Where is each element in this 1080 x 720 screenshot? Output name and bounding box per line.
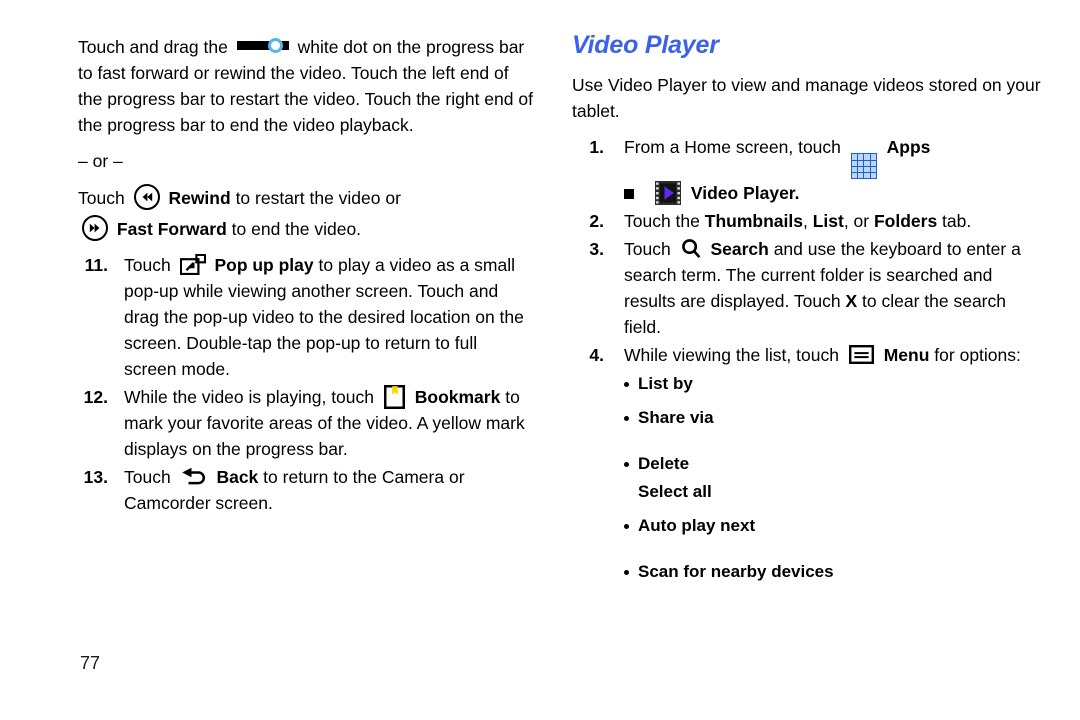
search-label: Search: [710, 239, 769, 260]
pop-up-play-label: Pop up play: [214, 255, 314, 275]
intro-before-icon: Touch and drag the: [78, 37, 228, 57]
page-title: Video Player: [572, 31, 719, 59]
back-icon: [180, 467, 208, 487]
step-13-text-after: to return to the Camera or Camcorder scr…: [124, 467, 465, 513]
rewind-label: Rewind: [168, 188, 231, 208]
left-column: Touch and drag the white dot on the prog…: [78, 34, 533, 518]
manual-page: Touch and drag the white dot on the prog…: [0, 0, 1080, 720]
video-player-sub-item: Video Player.: [624, 180, 1042, 206]
video-player-sub-suffix: .: [794, 183, 800, 204]
step-13-text-before: Touch: [124, 467, 171, 487]
step-11: 11. Touch Pop up play to play a video as…: [78, 252, 533, 382]
step-1-text-before: From a Home screen, touch: [624, 136, 841, 157]
apps-grid-icon: [850, 153, 877, 180]
menu-options-list: List by Share via Delete Select all Auto…: [572, 372, 1042, 584]
folders-tab-label: Folders: [873, 211, 938, 232]
step-2-seg-6: tab.: [937, 211, 972, 232]
menu-option-auto-play-next[interactable]: Auto play next: [624, 514, 1042, 538]
thumbnails-tab-label: Thumbnails: [704, 211, 803, 232]
progress-bar-slider-icon: [236, 38, 289, 53]
menu-option-share-via[interactable]: Share via: [624, 406, 1042, 430]
back-label: Back: [216, 467, 259, 487]
fast-forward-label: Fast Forward: [116, 219, 227, 239]
fast-forward-rest: to end the video.: [231, 219, 362, 239]
step-4-number: 4.: [589, 345, 604, 366]
step-13-number: 13.: [83, 467, 108, 487]
step-3-text-before: Touch: [624, 239, 671, 260]
bookmark-icon: [383, 384, 405, 410]
search-icon: [681, 238, 701, 260]
right-intro-paragraph: Use Video Player to view and manage vide…: [572, 74, 1041, 121]
step-1: 1. From a Home screen, touch Apps Video …: [572, 134, 1042, 207]
step-2-seg-4: , or: [843, 211, 874, 232]
rewind-instruction: Touch Rewind to restart the video or: [78, 184, 533, 211]
right-steps-list: 1. From a Home screen, touch Apps Video …: [572, 134, 1042, 369]
step-3-number: 3.: [589, 239, 604, 260]
step-3: 3. Touch Search and use the keyboard to …: [572, 236, 1042, 340]
step-2: 2. Touch the Thumbnails, List, or Folders…: [572, 208, 1042, 234]
list-tab-label: List: [812, 211, 844, 232]
progress-slider-dot: [267, 38, 283, 53]
menu-option-delete[interactable]: Delete: [624, 452, 1042, 476]
rewind-rest: to restart the video or: [235, 188, 401, 208]
rewind-touch-word: Touch: [78, 188, 125, 208]
step-2-number: 2.: [589, 211, 604, 232]
step-11-number: 11.: [84, 255, 108, 275]
menu-option-scan-nearby-devices[interactable]: Scan for nearby devices: [624, 560, 1042, 584]
page-number: 77: [80, 653, 101, 673]
right-column: Video Player Use Video Player to view an…: [572, 31, 1042, 594]
fast-forward-instruction: Fast Forward to end the video.: [78, 215, 533, 242]
pop-up-play-icon: [179, 253, 206, 276]
apps-label: Apps: [886, 136, 931, 157]
step-12-number: 12.: [83, 387, 108, 407]
video-player-sub-label: Video Player: [690, 183, 795, 204]
rewind-icon: [133, 184, 160, 210]
step-4-text-after: for options:: [934, 345, 1021, 366]
step-2-seg-0: Touch the: [624, 211, 705, 232]
step-12: 12. While the video is playing, touch Bo…: [78, 384, 533, 462]
step-12-text-before: While the video is playing, touch: [124, 387, 374, 407]
step-1-number: 1.: [589, 136, 604, 157]
menu-option-select-all[interactable]: Select all: [624, 480, 1042, 504]
step-11-text-before: Touch: [124, 255, 171, 275]
menu-icon: [848, 345, 874, 365]
step-2-seg-2: ,: [802, 211, 813, 232]
clear-search-x-label: X: [845, 291, 858, 312]
step-4: 4. While viewing the list, touch Menu fo…: [572, 342, 1042, 368]
step-13: 13. Touch Back to return to the Camera o…: [78, 464, 533, 516]
menu-label: Menu: [883, 345, 930, 366]
bookmark-label: Bookmark: [414, 387, 501, 407]
intro-paragraph: Touch and drag the white dot on the prog…: [78, 34, 533, 138]
step-4-text-before: While viewing the list, touch: [624, 345, 839, 366]
menu-option-list-by[interactable]: List by: [624, 372, 1042, 396]
fast-forward-icon: [82, 215, 108, 241]
or-separator: – or –: [78, 151, 123, 171]
left-steps-list: 11. Touch Pop up play to play a video as…: [78, 252, 533, 516]
square-bullet-icon: [624, 189, 634, 200]
video-player-icon: [655, 181, 681, 206]
